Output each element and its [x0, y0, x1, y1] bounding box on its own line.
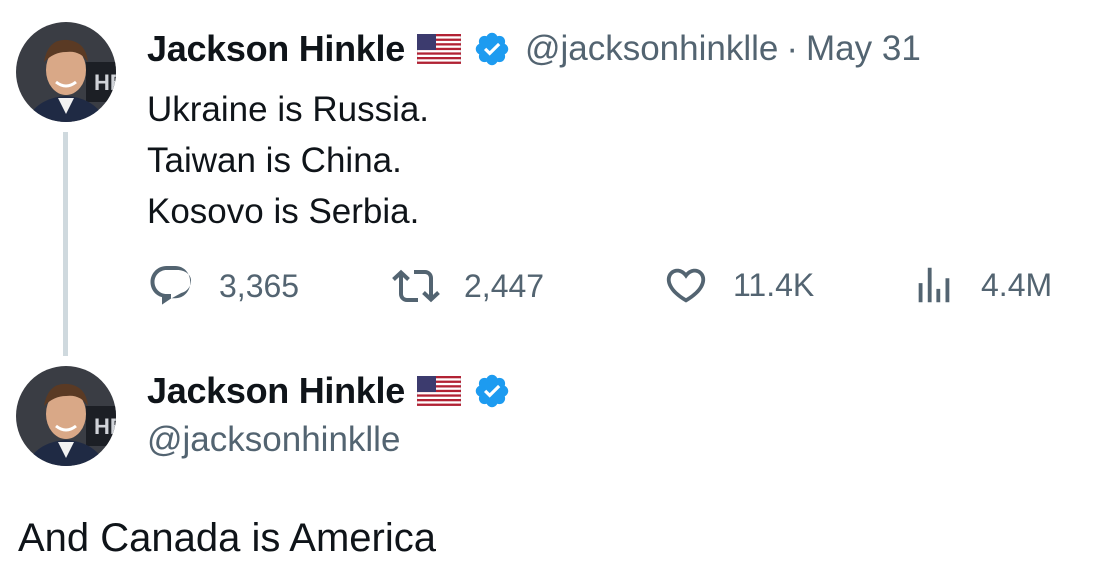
svg-text:HB: HB — [94, 414, 116, 439]
verified-badge-icon[interactable] — [473, 372, 511, 410]
like-count: 11.4K — [733, 266, 815, 303]
reply-text: And Canada is America — [18, 516, 437, 560]
views-bar-chart-icon — [911, 262, 957, 308]
separator-dot: · — [786, 29, 799, 68]
heart-icon — [663, 262, 709, 308]
tweet-text-line: Taiwan is China. — [147, 141, 402, 180]
tweet-text: Ukraine is Russia. Taiwan is China. Koso… — [147, 84, 429, 237]
us-flag-icon — [416, 34, 461, 64]
tweet-text-line: Ukraine is Russia. — [147, 90, 430, 129]
like-button[interactable]: 11.4K — [663, 262, 814, 308]
tweet-text-line: Kosovo is Serbia. — [147, 192, 420, 231]
retweet-button[interactable]: 2,447 — [392, 262, 544, 310]
views-button[interactable]: 4.4M — [911, 262, 1052, 308]
tweet-header: Jackson Hinkle @jacksonhinklle · May 31 — [147, 26, 921, 72]
reply-icon — [147, 262, 195, 310]
reply-author-avatar[interactable]: HB — [16, 366, 116, 466]
reply-header: Jackson Hinkle — [147, 368, 511, 414]
reply-button[interactable]: 3,365 — [147, 262, 299, 310]
view-count: 4.4M — [981, 266, 1053, 303]
retweet-count: 2,447 — [464, 267, 545, 304]
author-avatar[interactable]: HB — [16, 22, 116, 122]
reply-author-name[interactable]: Jackson Hinkle — [147, 370, 405, 412]
us-flag-icon — [416, 376, 461, 406]
tweet-date[interactable]: May 31 — [806, 29, 921, 69]
author-name[interactable]: Jackson Hinkle — [147, 28, 405, 70]
author-handle[interactable]: @jacksonhinklle — [525, 29, 778, 69]
reply-author-handle[interactable]: @jacksonhinklle — [147, 420, 400, 460]
retweet-icon — [392, 262, 440, 310]
verified-badge-icon[interactable] — [473, 30, 511, 68]
tweet-actions: 3,365 2,447 11.4K 4.4M — [147, 262, 1077, 310]
svg-text:HB: HB — [94, 70, 116, 95]
thread-connector-line — [63, 132, 68, 356]
reply-count: 3,365 — [219, 267, 300, 304]
